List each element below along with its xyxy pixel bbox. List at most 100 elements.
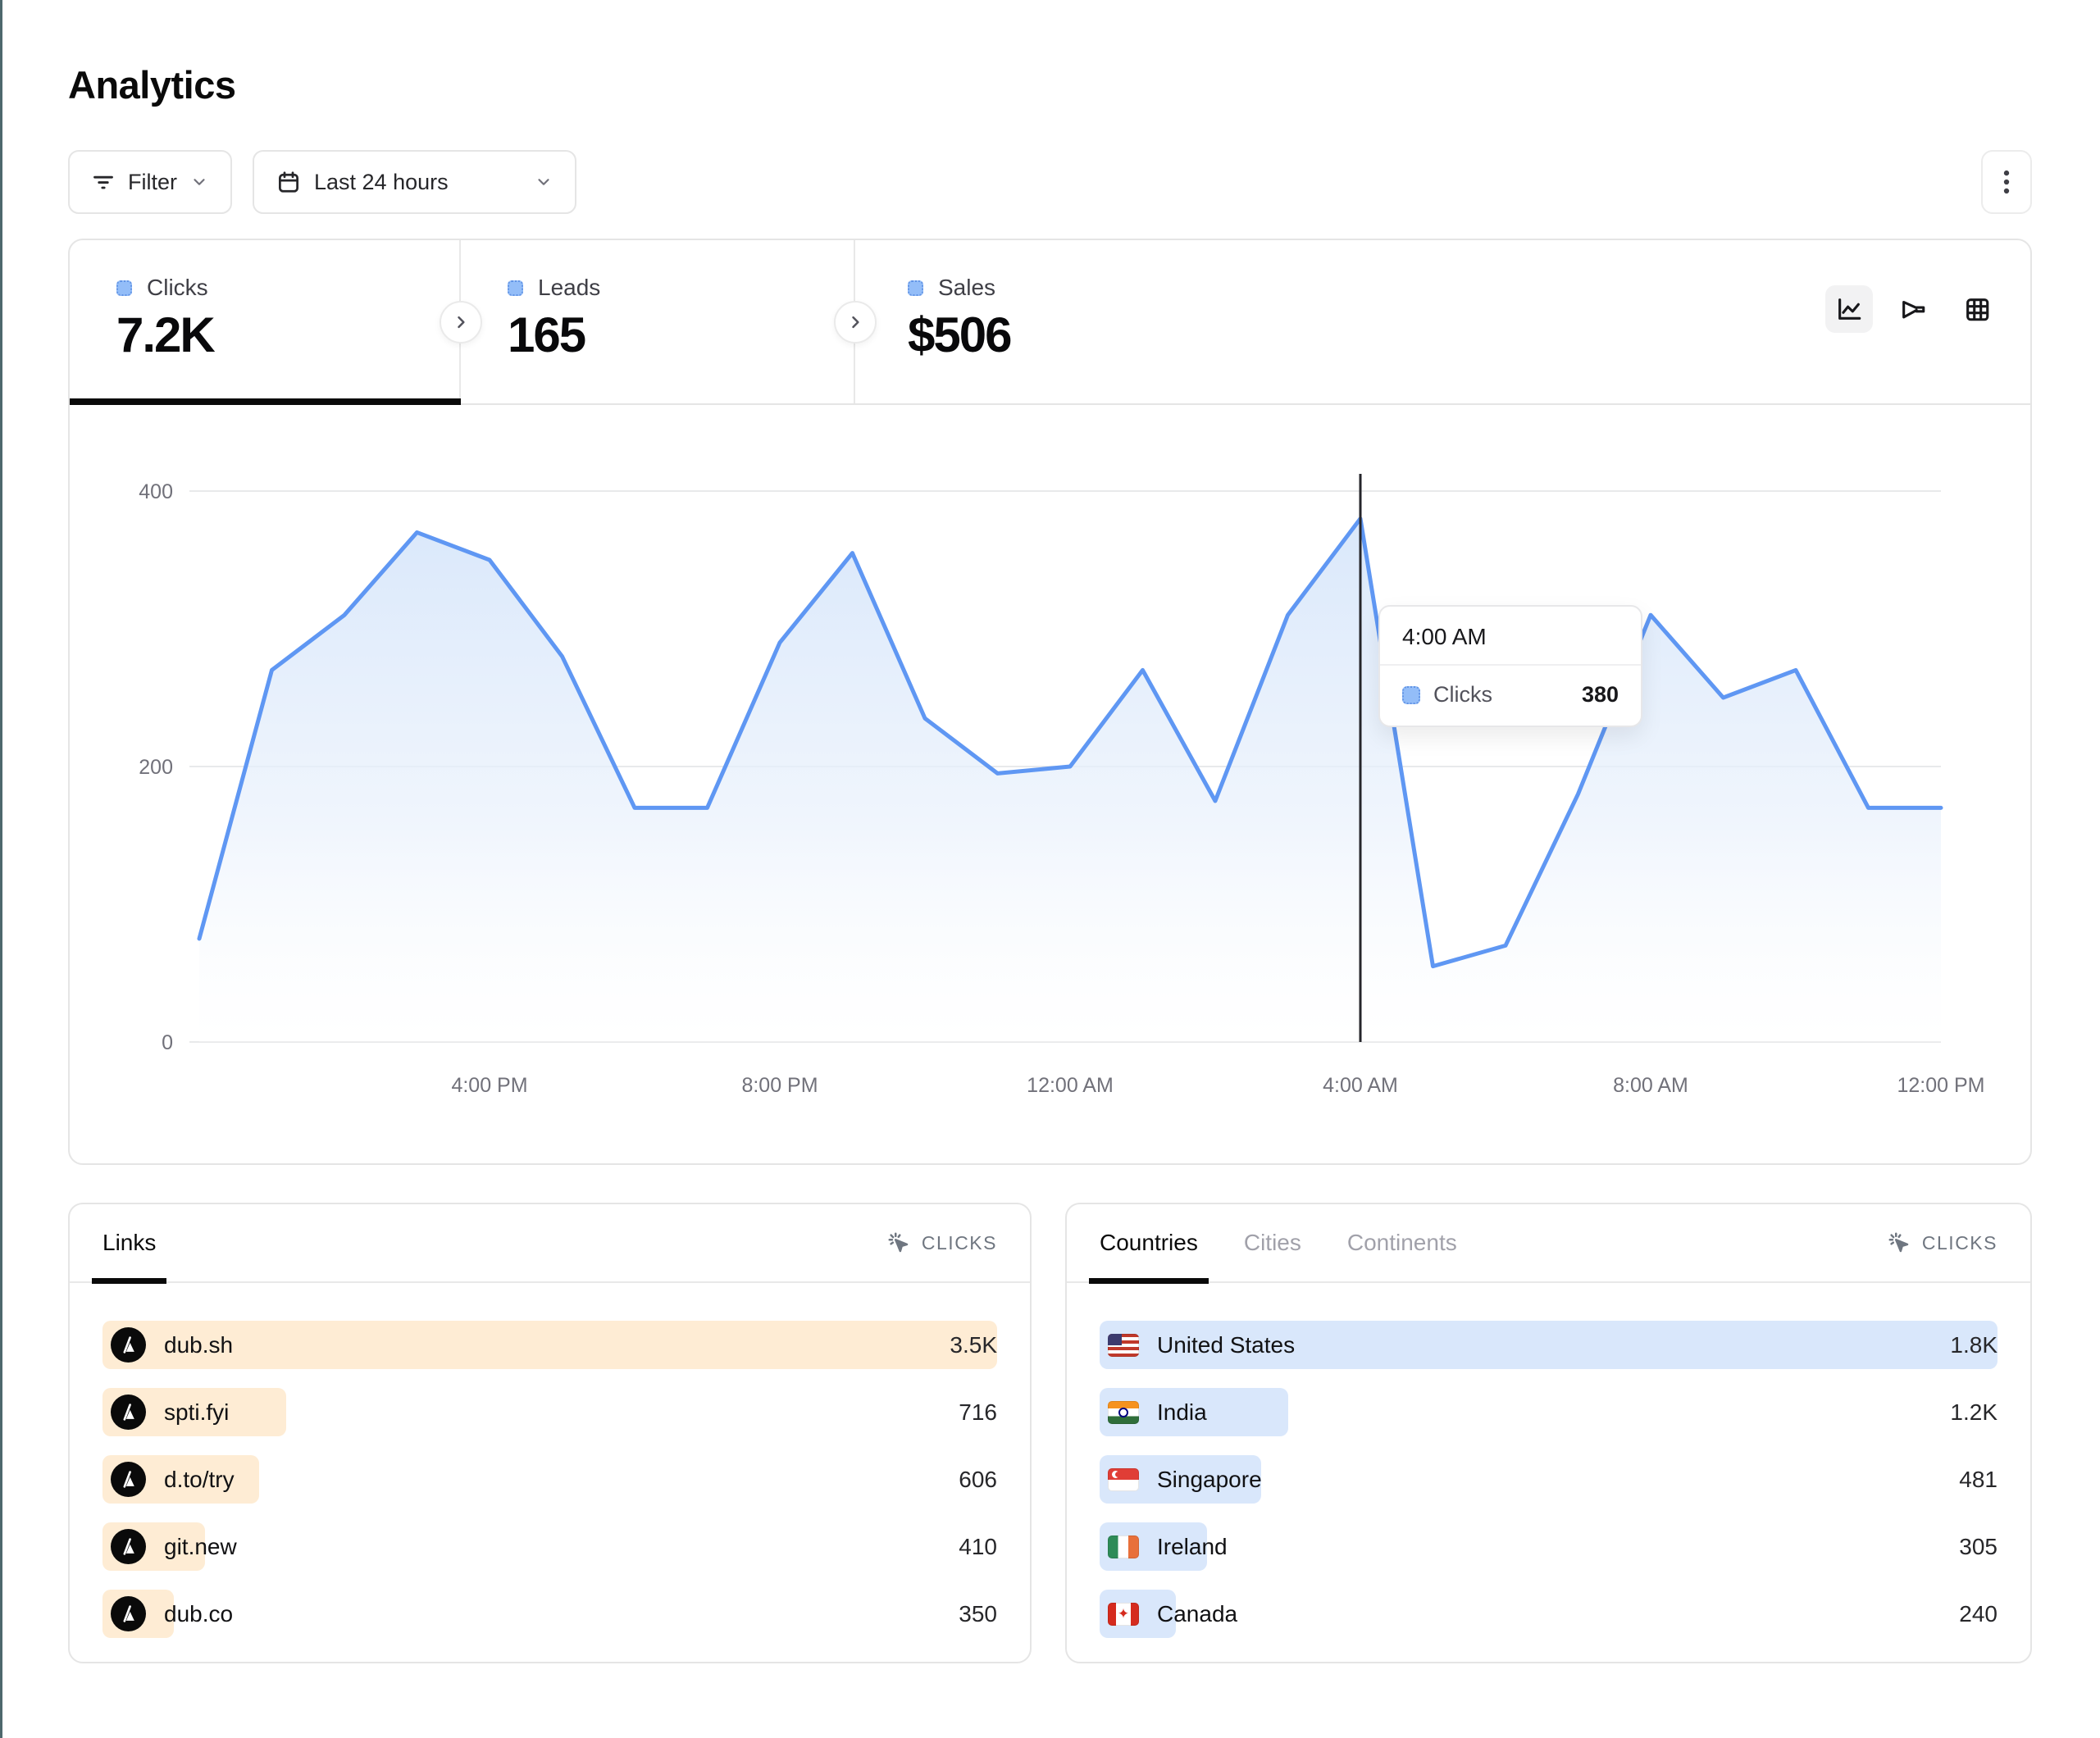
tab-continents[interactable]: Continents — [1347, 1203, 1457, 1282]
link-list-item[interactable]: dub.co 350 — [102, 1590, 997, 1638]
clicks-tab-label: Clicks — [147, 275, 208, 301]
link-list-item[interactable]: git.new 410 — [102, 1522, 997, 1571]
cities-tab-label: Cities — [1244, 1230, 1301, 1256]
tab-cities[interactable]: Cities — [1244, 1203, 1301, 1282]
link-label: d.to/try — [164, 1467, 235, 1493]
dub-logo-icon — [111, 1596, 146, 1631]
leads-legend-marker — [508, 280, 523, 296]
y-axis-label: 200 — [139, 756, 173, 779]
kebab-menu-icon — [1994, 168, 2019, 196]
link-list-item[interactable]: spti.fyi 716 — [102, 1388, 997, 1436]
clicks-timeseries-chart[interactable]: 02004004:00 PM8:00 PM12:00 AM4:00 AM8:00… — [70, 405, 2030, 1163]
funnel-icon — [1899, 295, 1927, 323]
country-list-item[interactable]: India 1.2K — [1100, 1388, 1998, 1436]
countries-metric-label: CLICKS — [1922, 1232, 1998, 1254]
analytics-card: Clicks 7.2K Leads 165 Sales $506 — [68, 239, 2032, 1165]
link-label: dub.sh — [164, 1332, 233, 1358]
toolbar: Filter Last 24 hours — [68, 150, 2032, 214]
cursor-click-icon — [886, 1231, 911, 1255]
leads-value: 165 — [508, 307, 854, 363]
area-chart-canvas[interactable]: 02004004:00 PM8:00 PM12:00 AM4:00 AM8:00… — [70, 405, 2030, 1163]
ca-flag-icon: ✦ — [1108, 1603, 1139, 1626]
date-range-label: Last 24 hours — [314, 170, 449, 195]
links-metric-label: CLICKS — [922, 1232, 997, 1254]
link-list-item[interactable]: dub.sh 3.5K — [102, 1321, 997, 1369]
maple-leaf-glyph: ✦ — [1118, 1607, 1129, 1621]
country-list-item[interactable]: Ireland 305 — [1100, 1522, 1998, 1571]
tooltip-series-label: Clicks — [1433, 682, 1492, 707]
filter-button-label: Filter — [128, 170, 177, 195]
sales-tab-label: Sales — [938, 275, 995, 301]
tooltip-series-marker — [1402, 686, 1420, 704]
dub-logo-icon — [111, 1462, 146, 1497]
area-fill — [199, 519, 1941, 1042]
x-axis-label: 12:00 PM — [1897, 1074, 1984, 1097]
chevron-right-icon — [847, 314, 863, 330]
x-axis-label: 8:00 AM — [1613, 1074, 1688, 1097]
continents-tab-label: Continents — [1347, 1230, 1457, 1256]
window-edge-strip — [0, 0, 2, 1738]
tab-links[interactable]: Links — [102, 1203, 156, 1282]
tab-clicks[interactable]: Clicks 7.2K — [70, 240, 461, 403]
x-axis-label: 4:00 AM — [1323, 1074, 1398, 1097]
x-axis-label: 12:00 AM — [1027, 1074, 1114, 1097]
links-metric-header[interactable]: CLICKS — [886, 1231, 997, 1255]
date-range-button[interactable]: Last 24 hours — [253, 150, 576, 214]
breakdown-panels: Links CLICKS dub.sh 3.5K spti.fyi — [68, 1203, 2032, 1663]
clicks-legend-marker — [116, 280, 132, 296]
country-list-item[interactable]: ✦ Canada 240 — [1100, 1590, 1998, 1638]
line-chart-view-button[interactable] — [1825, 285, 1873, 333]
ie-flag-icon — [1108, 1536, 1139, 1558]
leads-tab-label: Leads — [538, 275, 600, 301]
chart-tooltip: 4:00 AM Clicks 380 — [1378, 605, 1642, 727]
country-list-item[interactable]: Singapore 481 — [1100, 1455, 1998, 1504]
tab-countries[interactable]: Countries — [1100, 1203, 1198, 1282]
link-bar — [102, 1321, 997, 1369]
table-view-button[interactable] — [1953, 285, 2001, 333]
sales-legend-marker — [908, 280, 923, 296]
funnel-view-button[interactable] — [1889, 285, 1937, 333]
link-clicks-value: 3.5K — [950, 1332, 997, 1358]
stat-tabs: Clicks 7.2K Leads 165 Sales $506 — [70, 240, 2030, 405]
clicks-value: 7.2K — [116, 307, 459, 363]
expand-clicks-arrow[interactable] — [440, 301, 482, 344]
links-list: dub.sh 3.5K spti.fyi 716 d.to/try 606 — [70, 1283, 1030, 1638]
chevron-right-icon — [453, 314, 469, 330]
sg-flag-icon — [1108, 1468, 1139, 1491]
country-label: United States — [1157, 1332, 1295, 1358]
y-axis-label: 400 — [139, 480, 173, 503]
line-chart-icon — [1835, 295, 1863, 323]
in-flag-icon — [1108, 1401, 1139, 1424]
dub-logo-icon — [111, 1394, 146, 1430]
country-clicks-value: 481 — [1959, 1467, 1998, 1493]
table-grid-icon — [1963, 295, 1991, 323]
filter-button[interactable]: Filter — [68, 150, 232, 214]
links-panel: Links CLICKS dub.sh 3.5K spti.fyi — [68, 1203, 1032, 1663]
countries-panel: Countries Cities Continents CLICKS Unite… — [1065, 1203, 2032, 1663]
expand-leads-arrow[interactable] — [834, 301, 877, 344]
tab-leads[interactable]: Leads 165 — [461, 240, 855, 403]
country-clicks-value: 305 — [1959, 1534, 1998, 1560]
countries-metric-header[interactable]: CLICKS — [1887, 1231, 1998, 1255]
link-clicks-value: 350 — [959, 1601, 997, 1627]
dub-logo-icon — [111, 1529, 146, 1564]
countries-list: United States 1.8K India 1.2K Singapore … — [1067, 1283, 2030, 1638]
country-list-item[interactable]: United States 1.8K — [1100, 1321, 1998, 1369]
more-options-button[interactable] — [1981, 150, 2032, 214]
us-flag-icon — [1108, 1334, 1139, 1357]
country-label: Singapore — [1157, 1467, 1262, 1493]
x-axis-label: 8:00 PM — [741, 1074, 818, 1097]
country-clicks-value: 1.8K — [1950, 1332, 1998, 1358]
country-clicks-value: 1.2K — [1950, 1399, 1998, 1426]
page-title: Analytics — [68, 62, 2032, 107]
country-label: Ireland — [1157, 1534, 1228, 1560]
analytics-page: Analytics Filter Last 24 hours Clicks 7.… — [68, 0, 2032, 1663]
cursor-click-icon — [1887, 1231, 1911, 1255]
country-label: India — [1157, 1399, 1207, 1426]
filter-lines-icon — [92, 171, 115, 193]
country-clicks-value: 240 — [1959, 1601, 1998, 1627]
chevron-down-icon — [190, 173, 208, 191]
link-clicks-value: 410 — [959, 1534, 997, 1560]
link-list-item[interactable]: d.to/try 606 — [102, 1455, 997, 1504]
countries-tab-label: Countries — [1100, 1230, 1198, 1256]
